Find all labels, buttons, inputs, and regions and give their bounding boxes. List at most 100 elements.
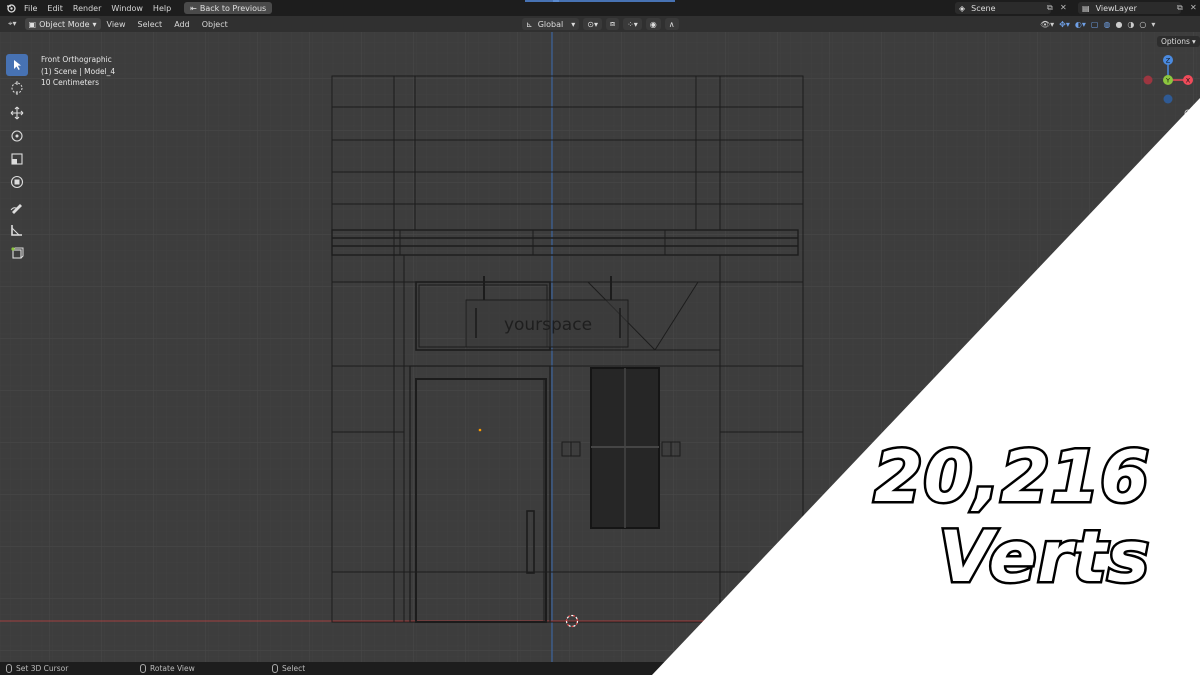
mouse-right-icon xyxy=(272,664,278,673)
pivot-icon: ⊙▾ xyxy=(587,19,598,29)
overlay-toggle-icon[interactable]: ◐▾ xyxy=(1075,20,1086,29)
gizmo-neg-x-axis[interactable] xyxy=(1143,75,1153,85)
rotate-tool[interactable] xyxy=(6,125,28,147)
menu-add[interactable]: Add xyxy=(168,20,196,29)
status-hint-cursor-label: Set 3D Cursor xyxy=(16,664,69,673)
status-bar: Set 3D Cursor Rotate View Select xyxy=(0,662,1200,675)
annotate-tool[interactable] xyxy=(6,196,28,218)
menu-help[interactable]: Help xyxy=(148,4,176,13)
rendered-shading-icon[interactable]: ○ xyxy=(1139,20,1146,29)
blender-logo-icon[interactable] xyxy=(3,0,19,16)
move-arrows-icon xyxy=(10,106,24,120)
scale-icon xyxy=(11,153,23,165)
status-hint-rotate-label: Rotate View xyxy=(150,664,195,673)
snap-target-selector[interactable]: ⁘▾ xyxy=(623,18,642,30)
xray-toggle-icon[interactable]: ▢ xyxy=(1091,20,1099,29)
gizmo-toggle-icon[interactable]: ✥▾ xyxy=(1059,20,1070,29)
chevron-down-icon: ▾ xyxy=(1191,37,1196,46)
back-to-previous-button[interactable]: ⇤ Back to Previous xyxy=(184,2,273,14)
orientation-icon: ⊾ xyxy=(526,19,533,29)
menu-render[interactable]: Render xyxy=(68,4,106,13)
ruler-icon xyxy=(11,225,22,236)
view-layer-name: ViewLayer xyxy=(1095,3,1137,13)
3d-cursor-icon xyxy=(11,81,23,95)
solid-shading-icon[interactable]: ● xyxy=(1115,20,1122,29)
options-dropdown[interactable]: Options ▾ xyxy=(1157,36,1200,47)
collection-info: (1) Scene | Model_4 xyxy=(41,66,116,76)
snap-icon: ⧈ xyxy=(609,19,616,28)
menu-edit[interactable]: Edit xyxy=(42,4,68,13)
move-tool[interactable] xyxy=(6,102,28,124)
back-icon: ⇤ xyxy=(190,3,197,13)
status-hint-cursor: Set 3D Cursor xyxy=(6,664,68,673)
add-cube-tool[interactable] xyxy=(6,242,28,264)
snap-grid-icon: ⁘▾ xyxy=(627,19,638,29)
transform-tools: ⊾ Global ▾ ⊙▾ ⧈ ⁘▾ ◉ ∧ xyxy=(522,18,679,30)
status-hint-select: Select xyxy=(272,664,305,673)
new-view-layer-icon[interactable]: ⧉ xyxy=(1177,3,1183,13)
workspace-tab-accent xyxy=(525,0,675,2)
tool-shelf xyxy=(6,54,28,264)
material-shading-icon[interactable]: ◑ xyxy=(1127,20,1134,29)
transform-icon xyxy=(10,175,24,189)
status-hint-rotate: Rotate View xyxy=(140,664,195,673)
vert-count: 20,216 xyxy=(871,436,1151,518)
vert-label: Verts xyxy=(936,516,1151,598)
chevron-down-icon: ▾ xyxy=(92,19,97,29)
scale-info: 10 Centimeters xyxy=(41,78,100,87)
falloff-selector[interactable]: ∧ xyxy=(664,18,679,30)
cursor-tool[interactable] xyxy=(6,77,28,99)
gizmo-y-label: Y xyxy=(1165,77,1170,85)
orientation-label: Global xyxy=(537,19,564,29)
visibility-icon[interactable]: 👁▾ xyxy=(1040,20,1054,29)
proportional-edit-toggle[interactable]: ◉ xyxy=(645,18,661,30)
scene-name: Scene xyxy=(971,3,996,13)
view-name: Front Orthographic xyxy=(41,55,112,64)
gizmo-x-label: X xyxy=(1186,77,1191,85)
rotate-icon xyxy=(11,130,23,142)
menu-object[interactable]: Object xyxy=(196,20,234,29)
shop-window xyxy=(590,367,660,529)
menu-file[interactable]: File xyxy=(19,4,42,13)
object-origin-point xyxy=(478,428,482,432)
scene-icon: ◈ xyxy=(959,3,966,13)
scene-selector[interactable]: ◈ Scene xyxy=(955,2,1051,14)
menu-view[interactable]: View xyxy=(101,20,132,29)
menu-select[interactable]: Select xyxy=(132,20,169,29)
pivot-selector[interactable]: ⊙▾ xyxy=(583,18,602,30)
mouse-middle-icon xyxy=(140,664,146,673)
viewport-display-controls: 👁▾ ✥▾ ◐▾ ▢ ◍ ● ◑ ○ ▾ xyxy=(1040,17,1155,31)
view-layer-icon: ▤ xyxy=(1082,3,1090,13)
snap-toggle[interactable]: ⧈ xyxy=(605,18,620,30)
orientation-selector[interactable]: ⊾ Global ▾ xyxy=(522,18,580,30)
delete-view-layer-icon[interactable]: ✕ xyxy=(1190,3,1197,12)
object-mode-icon: ▣ xyxy=(28,19,37,29)
new-scene-icon[interactable]: ⧉ xyxy=(1047,3,1053,13)
scale-tool[interactable] xyxy=(6,148,28,170)
status-hint-select-label: Select xyxy=(282,664,306,673)
chevron-down-icon: ▾ xyxy=(571,19,576,29)
editor-type-icon[interactable]: ⌖▾ xyxy=(0,19,21,29)
mode-selector[interactable]: ▣ Object Mode ▾ xyxy=(24,18,101,30)
select-box-tool[interactable] xyxy=(6,54,28,76)
mode-label: Object Mode xyxy=(39,19,90,29)
view-layer-selector[interactable]: ▤ ViewLayer xyxy=(1078,2,1181,14)
gizmo-z-label: Z xyxy=(1166,57,1171,65)
workspace-tab-accent-marker xyxy=(553,0,559,2)
falloff-icon: ∧ xyxy=(668,19,675,29)
transform-tool[interactable] xyxy=(6,171,28,193)
cube-add-icon xyxy=(11,247,24,259)
back-to-previous-label: Back to Previous xyxy=(199,3,267,13)
proportional-edit-icon: ◉ xyxy=(649,19,657,29)
options-label: Options xyxy=(1161,37,1190,46)
menu-window[interactable]: Window xyxy=(106,4,148,13)
measure-tool[interactable] xyxy=(6,219,28,241)
viewport-info: Front Orthographic (1) Scene | Model_4 1… xyxy=(41,54,115,89)
pencil-icon xyxy=(10,204,22,214)
cursor-arrow-icon xyxy=(14,60,21,70)
wireframe-shading-icon[interactable]: ◍ xyxy=(1103,20,1110,29)
sign-text: yourspace xyxy=(504,315,592,335)
delete-scene-icon[interactable]: ✕ xyxy=(1060,3,1067,12)
shading-options-icon[interactable]: ▾ xyxy=(1151,20,1155,29)
gizmo-neg-z-axis[interactable] xyxy=(1163,94,1173,104)
